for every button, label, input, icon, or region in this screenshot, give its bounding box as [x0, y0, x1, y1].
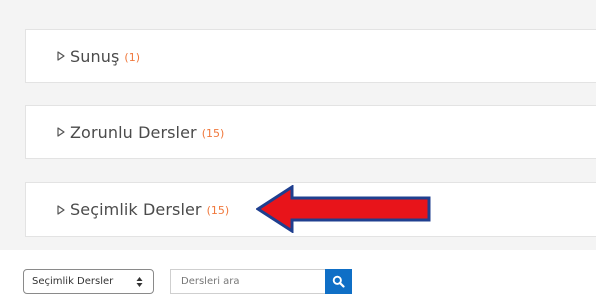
category-count: (15): [206, 204, 230, 217]
category-count: (15): [201, 126, 225, 140]
course-filter-bar: Seçimlik Dersler: [0, 260, 596, 300]
course-category-panel: Sunuş (1) Zorunlu Dersler (15) Seçimlik …: [0, 0, 596, 250]
search-button[interactable]: [325, 269, 352, 294]
search-icon: [332, 275, 345, 288]
category-sunus[interactable]: Sunuş (1): [25, 29, 596, 83]
sort-caret-icon: [136, 277, 143, 287]
category-select-value: Seçimlik Dersler: [32, 276, 114, 287]
expand-triangle-icon: [57, 51, 65, 61]
expand-triangle-icon: [57, 204, 65, 215]
category-zorunlu-dersler[interactable]: Zorunlu Dersler (15): [25, 105, 596, 159]
expand-triangle-icon: [57, 127, 65, 137]
category-select[interactable]: Seçimlik Dersler: [23, 269, 154, 294]
red-arrow-annotation-icon: [256, 185, 431, 233]
category-name: Zorunlu Dersler: [70, 122, 197, 142]
category-count: (1): [124, 50, 141, 64]
category-name: Sunuş: [70, 46, 120, 66]
course-search-input[interactable]: [170, 269, 325, 294]
category-name: Seçimlik Dersler: [70, 200, 202, 219]
